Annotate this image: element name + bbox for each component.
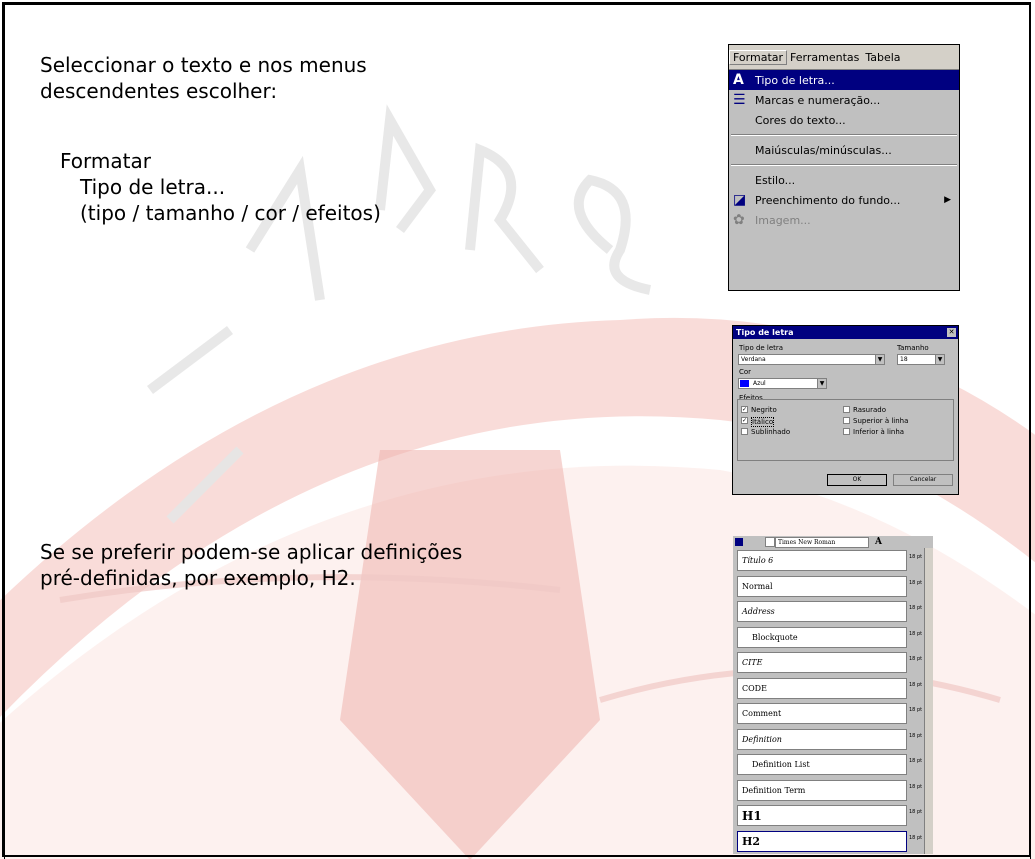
picture-icon: ✿ [733, 212, 745, 228]
style-row[interactable]: H2 [737, 830, 907, 852]
styles-scrollbar[interactable] [924, 548, 933, 854]
strikethrough-label: Rasurado [853, 406, 886, 414]
style-size-label: 18 pt [909, 656, 923, 662]
menu-separator [731, 164, 957, 166]
path-item-text: Tipo de letra... [80, 175, 226, 199]
style-row[interactable]: Normal [737, 575, 907, 597]
menu-item-estilo[interactable]: Estilo... [729, 170, 959, 190]
subscript-checkbox[interactable] [843, 428, 850, 435]
menubar-tabela[interactable]: Tabela [862, 51, 903, 64]
superscript-checkbox[interactable] [843, 417, 850, 424]
italic-checkbox[interactable]: ✓ [741, 417, 748, 424]
path-menu-text: Formatar [60, 149, 151, 173]
menu-item-cores[interactable]: Cores do texto... [729, 110, 959, 130]
menu-item-label: Preenchimento do fundo... [755, 193, 901, 207]
font-size-icon[interactable]: A [875, 537, 882, 547]
menu-item-label: Marcas e numeração... [755, 93, 881, 107]
style-size-label: 18 pt [909, 554, 923, 560]
font-name-dropdown[interactable]: Times New Roman [775, 536, 869, 548]
menu-item-maiusculas[interactable]: Maiúsculas/minúsculas... [729, 140, 959, 160]
menu-bar: Formatar Ferramentas Tabela [729, 45, 959, 70]
menu-item-label: Estilo... [755, 173, 796, 187]
style-row[interactable]: CODE [737, 677, 907, 699]
font-name-field[interactable]: Verdana [738, 354, 884, 365]
style-row[interactable]: Definition List [737, 754, 907, 775]
style-size-label: 18 pt [909, 630, 923, 637]
style-row[interactable]: Blockquote [737, 626, 907, 648]
strikethrough-checkbox[interactable] [843, 406, 850, 413]
menu-item-label: Tipo de letra... [755, 73, 835, 87]
chevron-down-icon[interactable]: ▼ [875, 354, 885, 365]
cancel-button[interactable]: Cancelar [893, 474, 953, 486]
style-row[interactable]: Definition [737, 728, 907, 750]
menu-item-imagem: ✿ Imagem... [729, 210, 959, 230]
style-row[interactable]: Address [737, 601, 907, 622]
menu-separator [731, 134, 957, 136]
dialog-title: Tipo de letra [736, 328, 794, 337]
underline-checkbox[interactable] [741, 428, 748, 435]
bullets-icon: ☰ [733, 92, 746, 108]
style-size-label: 18 pt [909, 834, 923, 841]
font-icon: A [733, 72, 744, 88]
style-row[interactable]: CITE [737, 652, 907, 673]
alternative-line-1: Se se preferir podem-se aplicar definiçõ… [40, 540, 463, 564]
instruction-line-1: Seleccionar o texto e nos menus [40, 53, 367, 77]
color-label: Cor [739, 368, 752, 376]
format-menu: Formatar Ferramentas Tabela A Tipo de let… [728, 44, 960, 291]
close-icon[interactable]: ✕ [947, 328, 956, 337]
font-label: Tipo de letra [739, 344, 784, 352]
styles-icon [735, 538, 743, 546]
style-size-label: 18 pt [909, 758, 923, 764]
dialog-title-bar: Tipo de letra ✕ [733, 326, 958, 339]
ok-button[interactable]: OK [827, 474, 887, 486]
styles-toolbar: Times New Roman A [733, 536, 933, 548]
style-size-label: 18 pt [909, 707, 923, 713]
style-size-label: 18 pt [909, 579, 923, 586]
color-field[interactable]: Azul [738, 378, 826, 389]
menu-item-label: Imagem... [755, 213, 811, 227]
bold-label: Negrito [751, 406, 777, 414]
alternative-line-2: pré-definidas, por exemplo, H2. [40, 566, 356, 590]
style-size-label: 18 pt [909, 605, 923, 611]
italic-label: Itálico [751, 417, 775, 427]
menu-item-label: Cores do texto... [755, 113, 846, 127]
menu-item-label: Maiúsculas/minúsculas... [755, 143, 892, 157]
subscript-label: Inferior à linha [853, 428, 905, 436]
menu-item-preenchimento[interactable]: ◪ Preenchimento do fundo... ▶ [729, 190, 959, 210]
fill-icon: ◪ [733, 192, 747, 208]
color-swatch [740, 380, 749, 387]
style-row[interactable]: Título 6 [737, 550, 907, 571]
chevron-down-icon[interactable]: ▼ [817, 378, 827, 389]
instruction-line-2: descendentes escolher: [40, 79, 278, 103]
menu-item-tipo-de-letra[interactable]: A Tipo de letra... [729, 70, 959, 90]
styles-panel: Times New Roman A Título 6 18 pt Normal 18 … [733, 536, 933, 854]
style-row[interactable]: H1 [737, 805, 907, 826]
style-row[interactable]: Definition Term [737, 779, 907, 801]
chevron-down-icon[interactable]: ▼ [935, 354, 945, 365]
path-options-text: (tipo / tamanho / cor / efeitos) [80, 201, 381, 225]
style-size-label: 18 pt [909, 681, 923, 688]
menubar-formatar[interactable]: Formatar [729, 49, 788, 65]
superscript-label: Superior à linha [853, 417, 909, 425]
menubar-ferramentas[interactable]: Ferramentas [787, 51, 862, 64]
size-label: Tamanho [897, 344, 929, 352]
style-size-label: 18 pt [909, 732, 923, 739]
bold-checkbox[interactable]: ✓ [741, 406, 748, 413]
style-size-label: 18 pt [909, 809, 923, 815]
font-dialog: Tipo de letra ✕ Tipo de letra Tamanho Ve… [732, 325, 959, 495]
submenu-arrow-icon: ▶ [944, 195, 951, 205]
style-row[interactable]: Comment [737, 703, 907, 724]
underline-label: Sublinhado [751, 428, 791, 436]
chevron-down-icon[interactable] [765, 537, 775, 547]
menu-item-marcas[interactable]: ☰ Marcas e numeração... [729, 90, 959, 110]
style-size-label: 18 pt [909, 783, 923, 790]
